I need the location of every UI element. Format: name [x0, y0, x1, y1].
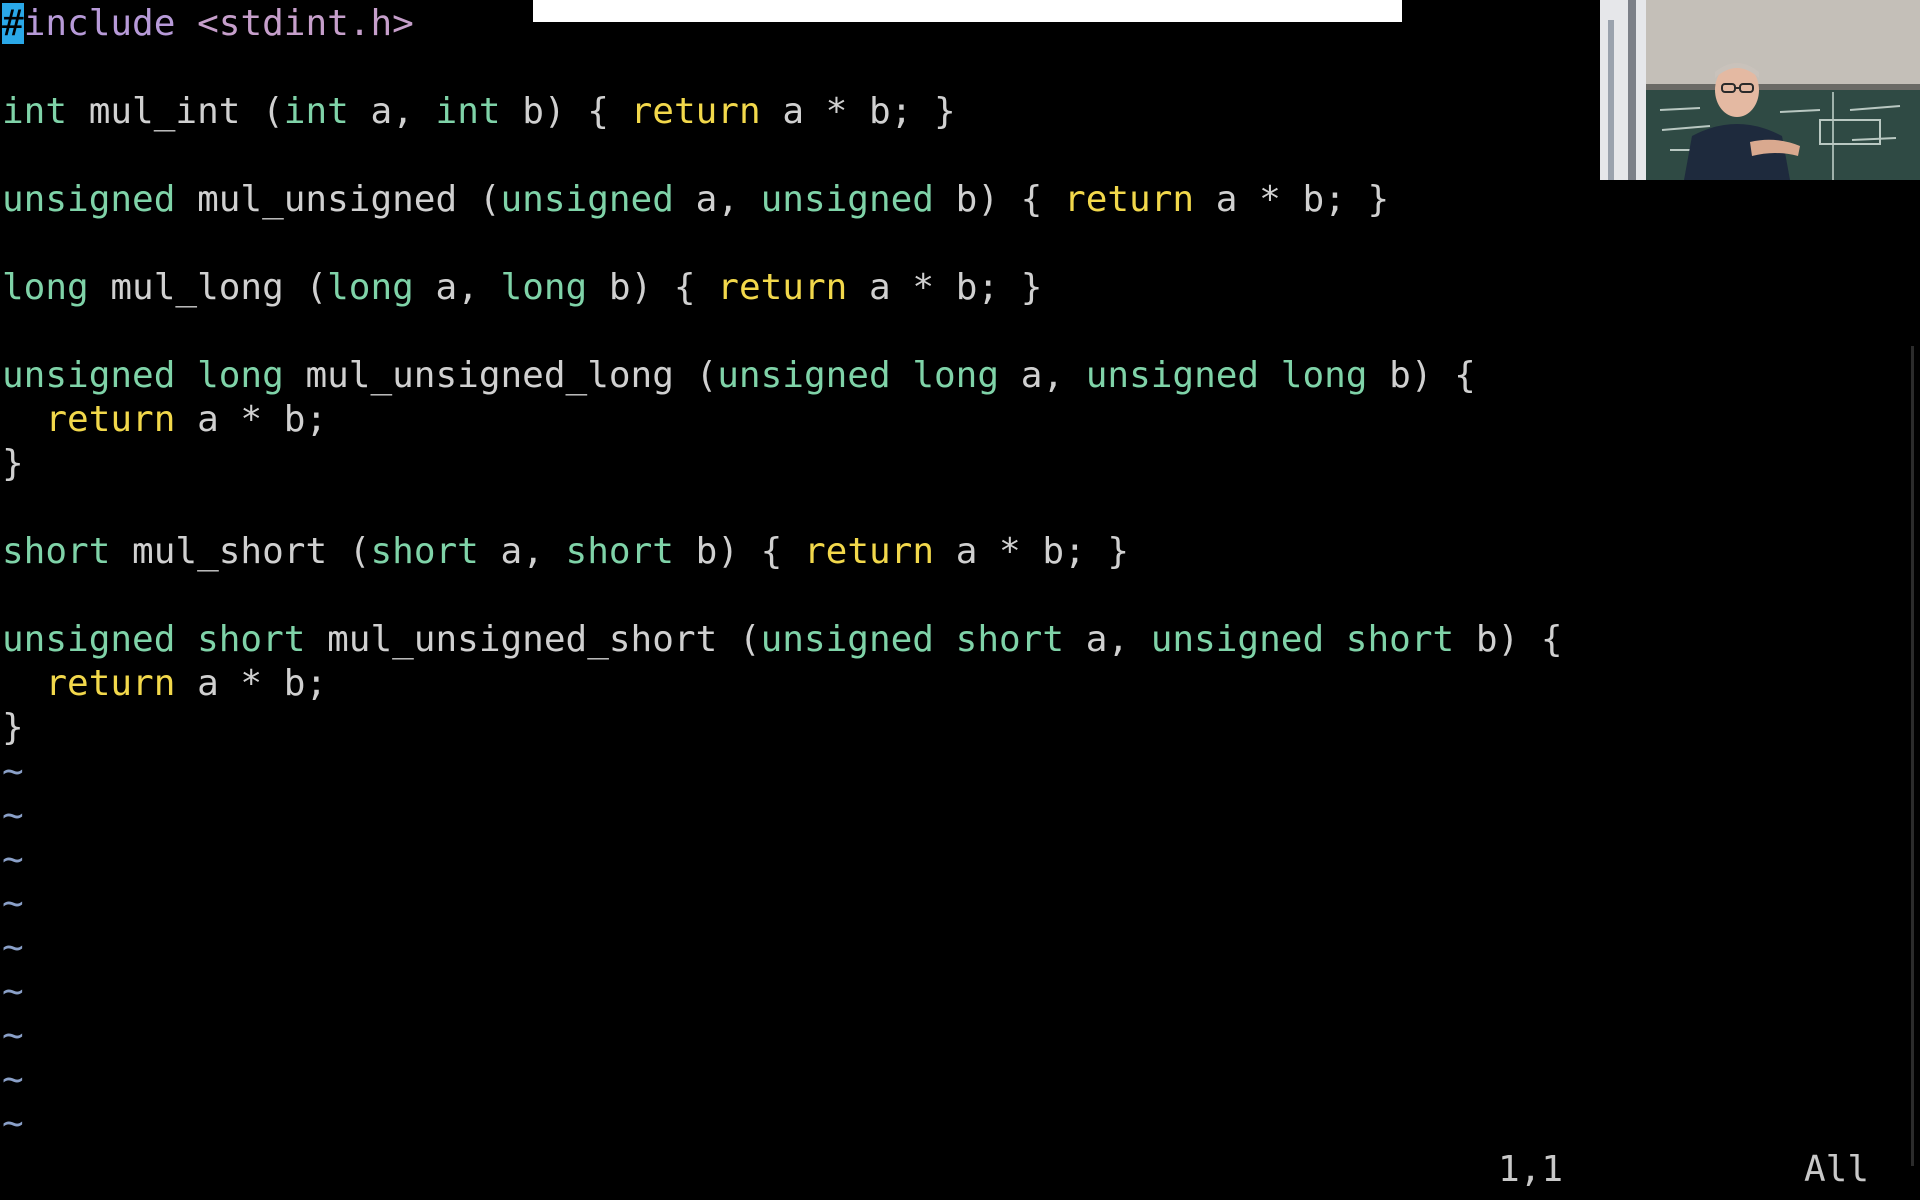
code-token: mul_short (	[110, 531, 371, 572]
code-token: a * b;	[175, 399, 328, 440]
code-token: a * b;	[175, 663, 328, 704]
code-token: unsigned short	[760, 619, 1065, 660]
code-token: long	[327, 267, 414, 308]
code-token: b) {	[500, 91, 631, 132]
code-token: a,	[673, 179, 761, 220]
code-token: mul_int (	[67, 91, 284, 132]
code-token: mul_long (	[88, 267, 328, 308]
code-token: unsigned	[760, 179, 934, 220]
code-token: unsigned	[500, 179, 674, 220]
presenter-webcam-icon	[1600, 0, 1920, 180]
tilde-marker: ~	[2, 1015, 24, 1056]
code-token: int	[2, 91, 68, 132]
scroll-indicator: All	[1804, 1149, 1870, 1190]
text-cursor: #	[2, 3, 24, 44]
code-token: a,	[348, 91, 436, 132]
code-line[interactable]: unsigned short mul_unsigned_short (unsig…	[2, 618, 1563, 662]
code-token: }	[2, 707, 24, 748]
code-token: b) {	[1367, 355, 1476, 396]
tilde-marker: ~	[2, 1059, 24, 1100]
code-line[interactable]: return a * b;	[2, 398, 327, 442]
empty-line-marker[interactable]: ~	[2, 750, 24, 794]
empty-line-marker[interactable]: ~	[2, 838, 24, 882]
code-line[interactable]: long mul_long (long a, long b) { return …	[2, 266, 1042, 310]
code-token: unsigned long	[717, 355, 1000, 396]
code-token: b) {	[673, 531, 804, 572]
code-token: unsigned	[2, 179, 176, 220]
code-token: mul_unsigned_long (	[283, 355, 718, 396]
code-token: mul_unsigned_short (	[305, 619, 761, 660]
code-token: <stdint.h>	[197, 3, 414, 44]
top-overlay-bar	[533, 0, 1402, 22]
code-token: b) {	[933, 179, 1065, 220]
code-token: unsigned short	[1150, 619, 1455, 660]
code-token: short	[2, 531, 111, 572]
code-token: int	[435, 91, 501, 132]
code-token: a * b; }	[847, 267, 1043, 308]
code-token: a * b; }	[934, 531, 1130, 572]
code-token: short	[565, 531, 674, 572]
empty-line-marker[interactable]: ~	[2, 1058, 24, 1102]
cursor-position: 1,1	[1498, 1149, 1564, 1190]
scrollbar[interactable]	[1911, 346, 1914, 1166]
code-token: }	[2, 443, 24, 484]
code-token: long	[500, 267, 588, 308]
code-token: long	[2, 267, 89, 308]
code-token: include	[23, 3, 176, 44]
code-token: unsigned short	[2, 619, 306, 660]
code-token: mul_unsigned (	[175, 179, 501, 220]
tilde-marker: ~	[2, 1103, 24, 1144]
code-token: unsigned long	[1085, 355, 1368, 396]
code-token: a,	[413, 267, 501, 308]
code-line[interactable]: return a * b;	[2, 662, 327, 706]
code-token: return	[803, 531, 935, 572]
tilde-marker: ~	[2, 751, 24, 792]
code-token: b) {	[587, 267, 718, 308]
empty-line-marker[interactable]: ~	[2, 1014, 24, 1058]
code-line[interactable]: short mul_short (short a, short b) { ret…	[2, 530, 1129, 574]
tilde-marker: ~	[2, 795, 24, 836]
code-token: return	[717, 267, 848, 308]
code-token: return	[45, 663, 176, 704]
empty-line-marker[interactable]: ~	[2, 794, 24, 838]
code-token: return	[630, 91, 761, 132]
code-line[interactable]: unsigned long mul_unsigned_long (unsigne…	[2, 354, 1476, 398]
tilde-marker: ~	[2, 971, 24, 1012]
code-token: a * b; }	[760, 91, 956, 132]
code-token: unsigned long	[2, 355, 284, 396]
code-token: a,	[999, 355, 1086, 396]
status-line: 1,1 All	[0, 1148, 1920, 1192]
empty-line-marker[interactable]: ~	[2, 882, 24, 926]
vim-terminal-window: #include <stdint.h> int mul_int (int a, i…	[0, 0, 1920, 1200]
code-line[interactable]: unsigned mul_unsigned (unsigned a, unsig…	[2, 178, 1389, 222]
tilde-marker: ~	[2, 927, 24, 968]
code-token: a,	[478, 531, 566, 572]
code-token: a,	[1064, 619, 1151, 660]
code-token: a * b; }	[1194, 179, 1390, 220]
presenter-webcam-overlay	[1600, 0, 1920, 180]
code-token: int	[283, 91, 349, 132]
empty-line-marker[interactable]: ~	[2, 926, 24, 970]
code-token: b) {	[1454, 619, 1563, 660]
empty-line-marker[interactable]: ~	[2, 970, 24, 1014]
code-line[interactable]: int mul_int (int a, int b) { return a * …	[2, 90, 956, 134]
tilde-marker: ~	[2, 839, 24, 880]
code-line[interactable]: }	[2, 442, 24, 486]
empty-line-marker[interactable]: ~	[2, 1102, 24, 1146]
code-token: short	[370, 531, 479, 572]
code-token: return	[1064, 179, 1195, 220]
code-line[interactable]: }	[2, 706, 24, 750]
code-token: return	[45, 399, 176, 440]
code-line[interactable]: #include <stdint.h>	[2, 2, 414, 46]
tilde-marker: ~	[2, 883, 24, 924]
